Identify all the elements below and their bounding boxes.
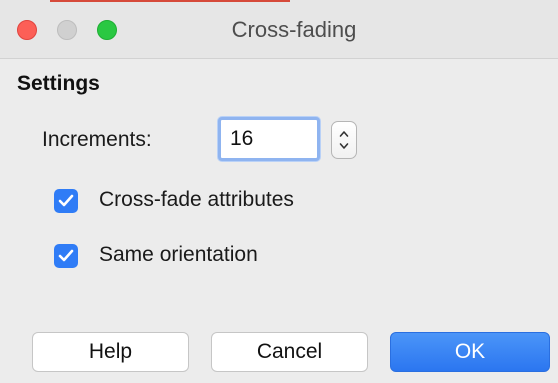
same-orientation-checkbox[interactable] bbox=[54, 244, 78, 268]
cross-fading-dialog: Cross-fading Settings Increments: Cross-… bbox=[0, 0, 558, 383]
increments-input[interactable] bbox=[218, 117, 320, 161]
help-button[interactable]: Help bbox=[32, 332, 189, 372]
chevron-up-icon[interactable] bbox=[339, 129, 349, 139]
chevron-down-icon[interactable] bbox=[339, 141, 349, 151]
cancel-button[interactable]: Cancel bbox=[211, 332, 368, 372]
cross-fade-attributes-label[interactable]: Cross-fade attributes bbox=[99, 188, 294, 212]
title-bar: Cross-fading bbox=[0, 0, 558, 59]
cross-fade-attributes-checkbox[interactable] bbox=[54, 189, 78, 213]
window-title: Cross-fading bbox=[231, 17, 357, 42]
checkmark-icon bbox=[58, 249, 74, 262]
same-orientation-label[interactable]: Same orientation bbox=[99, 243, 258, 267]
window-edge-accent bbox=[50, 0, 290, 2]
settings-heading: Settings bbox=[17, 72, 100, 95]
increments-stepper[interactable] bbox=[331, 121, 357, 159]
ok-button[interactable]: OK bbox=[390, 332, 550, 372]
checkmark-icon bbox=[58, 194, 74, 207]
increments-label: Increments: bbox=[42, 128, 152, 151]
